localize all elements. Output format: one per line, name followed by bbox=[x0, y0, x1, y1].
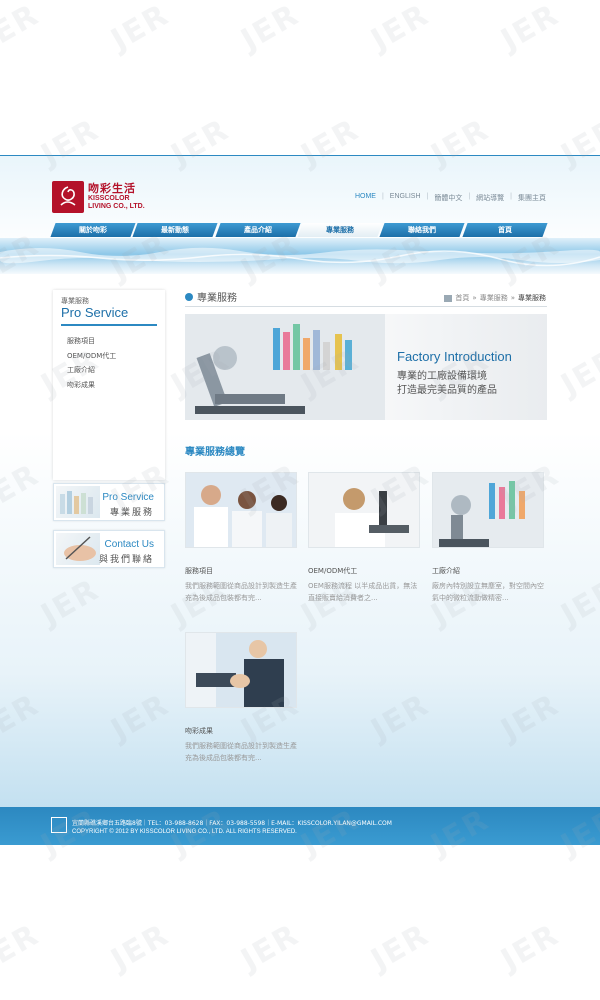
main-nav: 關於吻彩 最新動態 產品介紹 專業服務 聯絡我們 首頁 bbox=[50, 223, 548, 237]
logo[interactable]: 吻彩生活 KISSCOLOR LIVING CO., LTD. bbox=[52, 181, 145, 213]
topnav-home[interactable]: HOME bbox=[355, 193, 376, 203]
microscope-tubes-image bbox=[432, 472, 544, 548]
footer-copyright: COPYRIGHT © 2012 BY KISSCOLOR LIVING CO.… bbox=[72, 829, 297, 835]
service-card[interactable]: OEM/ODM代工 OEM服務流程 以半成品出貨，無法直接販賣給消費者之... bbox=[308, 472, 420, 604]
nav-news[interactable]: 最新動態 bbox=[132, 223, 219, 237]
card-description: 廠房內特別設立無塵室，對空間內空氣中的微粒流動做精密... bbox=[432, 582, 544, 602]
topnav-english[interactable]: ENGLISH bbox=[390, 193, 421, 203]
nav-about[interactable]: 關於吻彩 bbox=[50, 223, 136, 237]
breadcrumb-home[interactable]: 首頁 bbox=[455, 293, 469, 303]
banner-subtitle-2: 打造最完美品質的產品 bbox=[397, 385, 497, 396]
logo-cn: 吻彩生活 bbox=[88, 182, 136, 195]
breadcrumb-pro-service[interactable]: 專業服務 bbox=[480, 293, 508, 303]
site-container: 吻彩生活 KISSCOLOR LIVING CO., LTD. HOME | E… bbox=[0, 155, 600, 845]
watermark-text: JER bbox=[235, 0, 306, 58]
card-title: 吻彩成果 bbox=[185, 727, 213, 735]
topnav-separator: | bbox=[381, 193, 384, 200]
nav-contact[interactable]: 聯絡我們 bbox=[379, 223, 466, 237]
nav-home[interactable]: 首頁 bbox=[462, 223, 548, 237]
sidebar-item-factory[interactable]: 工廠介紹 bbox=[67, 363, 116, 378]
writing-hand-image bbox=[56, 533, 100, 565]
bottles-image bbox=[56, 486, 100, 518]
top-nav: HOME | ENGLISH | 簡體中文 | 網站導覽 | 集團主頁 bbox=[355, 193, 546, 203]
nav-pro-service[interactable]: 專業服務 bbox=[297, 223, 383, 237]
contact-us-en: Contact Us bbox=[104, 539, 154, 550]
card-title: 服務項目 bbox=[185, 567, 213, 575]
sidebar-item-results[interactable]: 吻彩成果 bbox=[67, 378, 116, 393]
footer-contact: 宜蘭縣礁溪鄉台五路臨8號｜TEL：03-988-8628｜FAX：03-988-… bbox=[72, 820, 392, 827]
card-title: OEM/ODM代工 bbox=[308, 567, 358, 575]
contact-us-button[interactable]: Contact Us 與我們聯絡 bbox=[53, 530, 165, 568]
content-title: 專業服務 bbox=[185, 289, 237, 304]
watermark-text: JER bbox=[105, 0, 176, 58]
watermark-text: JER bbox=[235, 917, 306, 978]
service-card[interactable]: 吻彩成果 我們服務範圍從商品設計到製造生產充為後成品包裝都有完... bbox=[185, 632, 297, 764]
microscope-image bbox=[185, 314, 385, 420]
topnav-separator: | bbox=[426, 193, 429, 200]
topnav-group-home[interactable]: 集團主頁 bbox=[518, 193, 546, 203]
pro-service-button[interactable]: Pro Service 專業服務 bbox=[53, 483, 165, 521]
watermark-text: JER bbox=[105, 917, 176, 978]
breadcrumb: 首頁 » 專業服務 » 專業服務 bbox=[444, 293, 546, 303]
logo-en-1: KISSCOLOR bbox=[88, 195, 130, 202]
factory-banner: Factory Introduction 專業的工廠設備環境 打造最完美品質的產… bbox=[185, 314, 547, 420]
sidebar-menu: 服務項目 OEM/ODM代工 工廠介紹 吻彩成果 bbox=[67, 334, 116, 392]
lab-team-image bbox=[185, 472, 297, 548]
water-banner bbox=[0, 238, 600, 274]
banner-subtitle-1: 專業的工廠設備環境 bbox=[397, 371, 487, 382]
breadcrumb-sep: » bbox=[510, 294, 515, 302]
logo-text: 吻彩生活 KISSCOLOR LIVING CO., LTD. bbox=[88, 183, 145, 211]
topnav-simplified-chinese[interactable]: 簡體中文 bbox=[434, 193, 462, 203]
watermark-text: JER bbox=[495, 917, 566, 978]
watermark-text: JER bbox=[495, 0, 566, 58]
banner-heading: Factory Introduction bbox=[397, 349, 512, 364]
section-title: 專業服務總覽 bbox=[185, 447, 245, 458]
breadcrumb-sep: » bbox=[472, 294, 477, 302]
footer: 宜蘭縣礁溪鄉台五路臨8號｜TEL：03-988-8628｜FAX：03-988-… bbox=[0, 807, 600, 845]
page-title: 專業服務 bbox=[197, 293, 237, 304]
nav-products[interactable]: 產品介紹 bbox=[215, 223, 301, 237]
logo-flower-icon bbox=[52, 181, 84, 213]
title-bullet-icon bbox=[185, 292, 193, 301]
watermark-text: JER bbox=[365, 917, 436, 978]
watermark-text: JER bbox=[365, 0, 436, 58]
card-description: OEM服務流程 以半成品出貨，無法直接販賣給消費者之... bbox=[308, 582, 418, 602]
breadcrumb-current: 專業服務 bbox=[518, 294, 546, 302]
page: 吻彩生活 KISSCOLOR LIVING CO., LTD. HOME | E… bbox=[0, 0, 600, 1000]
card-title: 工廠介紹 bbox=[432, 567, 460, 575]
topnav-separator: | bbox=[468, 193, 471, 200]
sidebar-item-services[interactable]: 服務項目 bbox=[67, 334, 116, 349]
scientist-microscope-image bbox=[308, 472, 420, 548]
service-card[interactable]: 服務項目 我們服務範圍從商品設計到製造生產充為後成品包裝都有完... bbox=[185, 472, 297, 604]
card-description: 我們服務範圍從商品設計到製造生產充為後成品包裝都有完... bbox=[185, 582, 297, 602]
sidebar-item-oem[interactable]: OEM/ODM代工 bbox=[67, 349, 116, 364]
footer-logo-icon bbox=[51, 817, 67, 833]
topnav-separator: | bbox=[510, 193, 512, 200]
watermark-text: JER bbox=[0, 917, 46, 978]
sidebar-divider bbox=[61, 324, 157, 326]
sidebar: 專業服務 Pro Service 服務項目 OEM/ODM代工 工廠介紹 吻彩成… bbox=[53, 290, 165, 480]
sidebar-title: Pro Service bbox=[61, 305, 129, 320]
content-divider bbox=[185, 306, 547, 307]
topnav-sitemap[interactable]: 網站導覽 bbox=[476, 193, 504, 203]
logo-en-2: LIVING CO., LTD. bbox=[88, 203, 145, 210]
home-icon bbox=[444, 294, 453, 302]
handshake-image bbox=[185, 632, 297, 708]
contact-us-cn: 與我們聯絡 bbox=[98, 555, 154, 565]
service-card[interactable]: 工廠介紹 廠房內特別設立無塵室，對空間內空氣中的微粒流動做精密... bbox=[432, 472, 544, 604]
watermark-text: JER bbox=[0, 0, 46, 58]
pro-service-cn: 專業服務 bbox=[109, 508, 154, 518]
card-description: 我們服務範圍從商品設計到製造生產充為後成品包裝都有完... bbox=[185, 742, 297, 762]
pro-service-en: Pro Service bbox=[102, 492, 154, 503]
